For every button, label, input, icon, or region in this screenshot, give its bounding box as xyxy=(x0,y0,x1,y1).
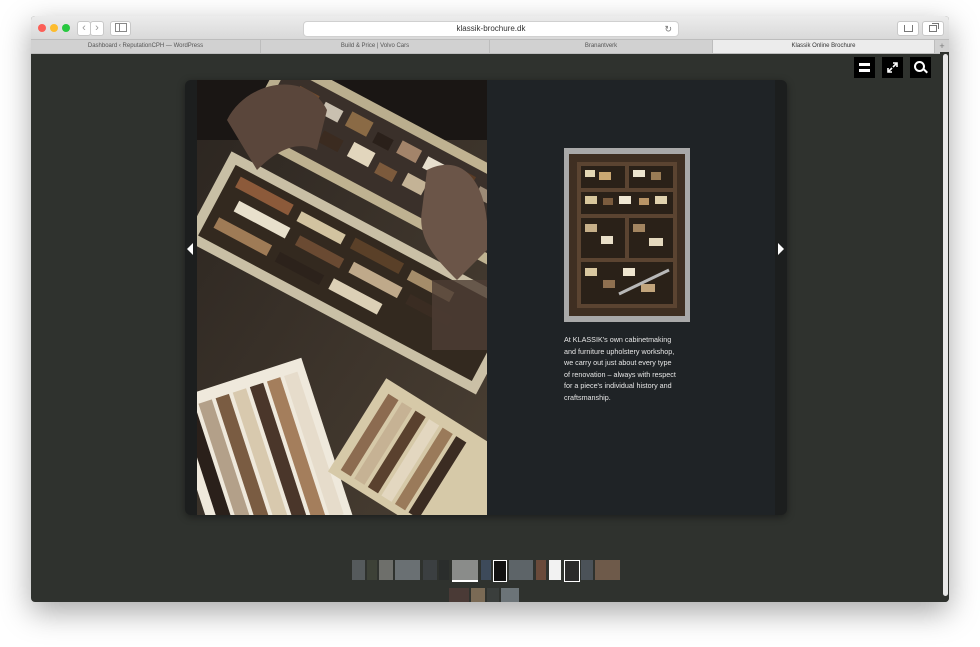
thumbnail[interactable] xyxy=(352,560,365,580)
sidebar-icon xyxy=(114,23,127,32)
thumbnail[interactable] xyxy=(581,560,593,580)
scrollbar-thumb[interactable] xyxy=(943,54,948,596)
caption-line: we carry out just about every type xyxy=(564,358,672,368)
thumbnail[interactable] xyxy=(595,560,620,580)
thumbnail[interactable] xyxy=(367,560,377,580)
inset-photo-frame[interactable] xyxy=(564,148,690,322)
address-bar[interactable]: klassik-brochure.dk ↻ xyxy=(303,21,679,37)
thumbnail[interactable] xyxy=(487,588,499,602)
fullscreen-icon xyxy=(887,62,898,73)
brochure-spread: At KLASSIK's own cabinetmaking and furni… xyxy=(185,80,787,515)
tab-klassik-brochure[interactable]: Klassik Online Brochure xyxy=(713,40,935,53)
next-page-arrow[interactable] xyxy=(778,243,784,255)
thumbnail[interactable] xyxy=(423,560,437,580)
zoom-window-button[interactable] xyxy=(62,24,70,32)
left-page-photo[interactable] xyxy=(197,80,487,515)
thumbnail[interactable] xyxy=(536,560,546,580)
search-button[interactable] xyxy=(910,57,931,78)
pages-view-button[interactable] xyxy=(854,57,875,78)
previous-page-arrow[interactable] xyxy=(187,243,193,255)
fullscreen-button[interactable] xyxy=(882,57,903,78)
thumbnail[interactable] xyxy=(481,560,491,580)
tabs-icon xyxy=(929,23,939,32)
tab-bar: Dashboard ‹ ReputationCPH — WordPress Bu… xyxy=(31,39,949,54)
reload-icon[interactable]: ↻ xyxy=(664,22,672,36)
minimize-window-button[interactable] xyxy=(50,24,58,32)
close-window-button[interactable] xyxy=(38,24,46,32)
thumbnail[interactable] xyxy=(564,560,580,582)
back-button[interactable]: ‹ xyxy=(77,21,91,36)
right-page: At KLASSIK's own cabinetmaking and furni… xyxy=(487,80,775,515)
browser-window: ‹ › klassik-brochure.dk ↻ Dashboard ‹ Re… xyxy=(31,16,949,602)
tab-volvo[interactable]: Build & Price | Volvo Cars xyxy=(261,40,490,53)
share-icon xyxy=(904,25,913,32)
thumbnail-current[interactable] xyxy=(452,560,478,582)
page-caption: At KLASSIK's own cabinetmaking and furni… xyxy=(564,334,690,404)
forward-button[interactable]: › xyxy=(90,21,104,36)
sidebar-toggle-button[interactable] xyxy=(110,21,131,36)
thumbnail[interactable] xyxy=(379,560,393,580)
page-thumbnails-row-2 xyxy=(449,588,521,602)
thumbnail[interactable] xyxy=(501,588,519,602)
page-thumbnails-strip xyxy=(352,560,620,582)
show-tabs-button[interactable] xyxy=(922,21,944,36)
tab-wordpress[interactable]: Dashboard ‹ ReputationCPH — WordPress xyxy=(31,40,261,53)
wax-tray-photo xyxy=(569,154,685,316)
wax-sticks-photo xyxy=(197,80,487,515)
browser-toolbar: ‹ › klassik-brochure.dk ↻ xyxy=(31,16,949,39)
caption-line: craftsmanship. xyxy=(564,392,611,402)
caption-line: At KLASSIK's own cabinetmaking xyxy=(564,335,672,344)
caption-line: of renovation – always with respect xyxy=(564,369,676,379)
thumbnail[interactable] xyxy=(449,588,469,602)
url-text: klassik-brochure.dk xyxy=(456,24,526,33)
scrollbar[interactable] xyxy=(940,52,949,602)
caption-line: and furniture upholstery workshop, xyxy=(564,346,675,356)
thumbnail[interactable] xyxy=(395,560,420,580)
thumbnail[interactable] xyxy=(509,560,533,580)
caption-line: for a piece's individual history and xyxy=(564,381,672,391)
pages-icon xyxy=(859,63,870,66)
thumbnail[interactable] xyxy=(549,560,561,580)
tab-branantverk[interactable]: Branantverk xyxy=(490,40,713,53)
thumbnail[interactable] xyxy=(493,560,507,582)
thumbnail[interactable] xyxy=(471,588,485,602)
thumbnail[interactable] xyxy=(439,560,449,580)
share-button[interactable] xyxy=(897,21,919,36)
